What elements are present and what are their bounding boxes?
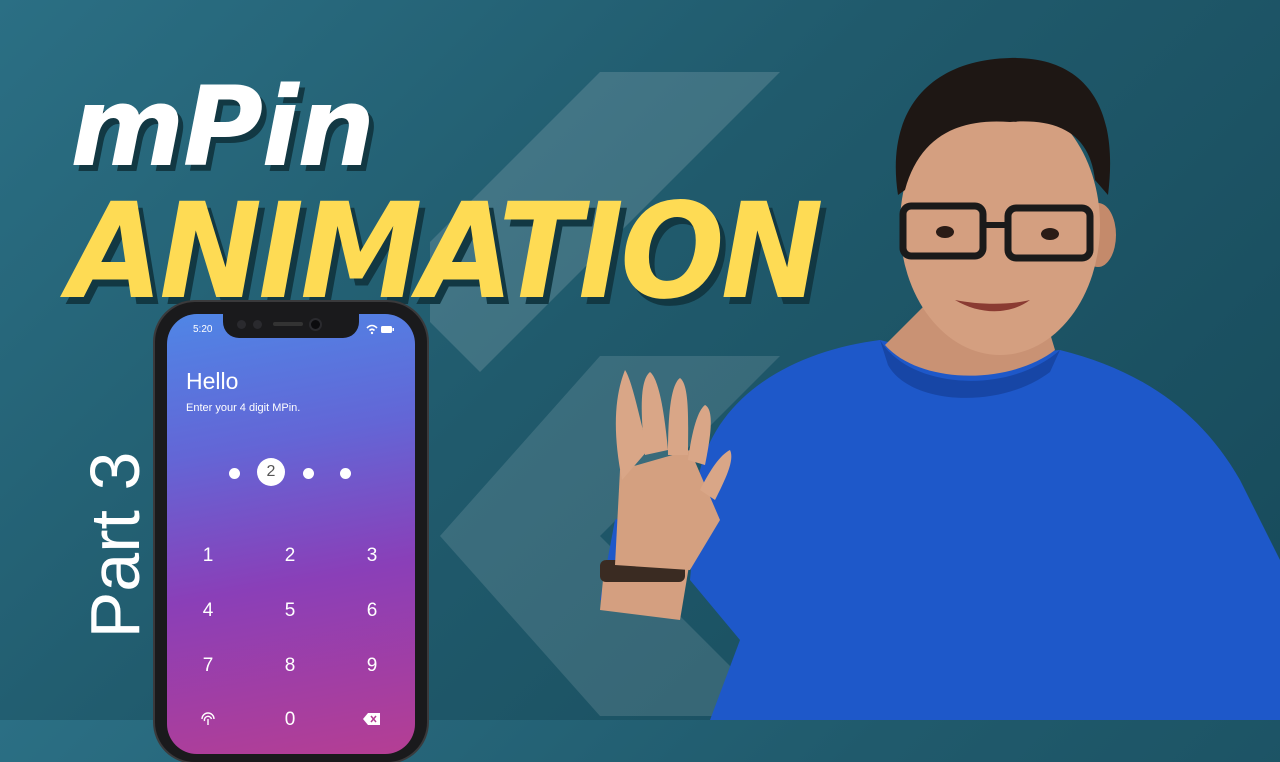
phone-notch	[223, 314, 359, 338]
key-1[interactable]: 1	[178, 536, 238, 576]
key-4[interactable]: 4	[178, 591, 238, 631]
sensor-dot	[237, 320, 246, 329]
presenter-photo	[600, 57, 1280, 720]
key-7[interactable]: 7	[178, 646, 238, 686]
pin-dot-empty	[303, 468, 314, 479]
key-0[interactable]: 0	[260, 700, 320, 740]
sensor-dot	[253, 320, 262, 329]
speaker-grille	[273, 322, 303, 326]
key-9[interactable]: 9	[342, 646, 402, 686]
key-3[interactable]: 3	[342, 536, 402, 576]
phone-mockup: 5:20 Hello Enter your 4 digit MPin. 2 1 …	[155, 302, 427, 762]
phone-screen: 5:20 Hello Enter your 4 digit MPin. 2 1 …	[167, 314, 415, 754]
title-line-1: mPin	[70, 63, 375, 191]
key-2[interactable]: 2	[260, 536, 320, 576]
greeting-heading: Hello	[186, 368, 239, 394]
front-camera	[311, 320, 320, 329]
pin-dot-active: 2	[257, 458, 285, 486]
instruction-text: Enter your 4 digit MPin.	[186, 402, 301, 414]
part-label: Part 3	[76, 451, 154, 639]
key-5[interactable]: 5	[260, 591, 320, 631]
key-6[interactable]: 6	[342, 591, 402, 631]
battery-icon	[381, 326, 392, 333]
wifi-icon	[366, 324, 394, 335]
pin-dot-empty	[229, 468, 240, 479]
key-8[interactable]: 8	[260, 646, 320, 686]
backspace-icon[interactable]	[363, 712, 381, 726]
pin-indicator: 2	[167, 458, 415, 488]
pin-dot-empty	[340, 468, 351, 479]
status-time: 5:20	[193, 324, 213, 335]
fingerprint-icon[interactable]	[199, 710, 217, 728]
